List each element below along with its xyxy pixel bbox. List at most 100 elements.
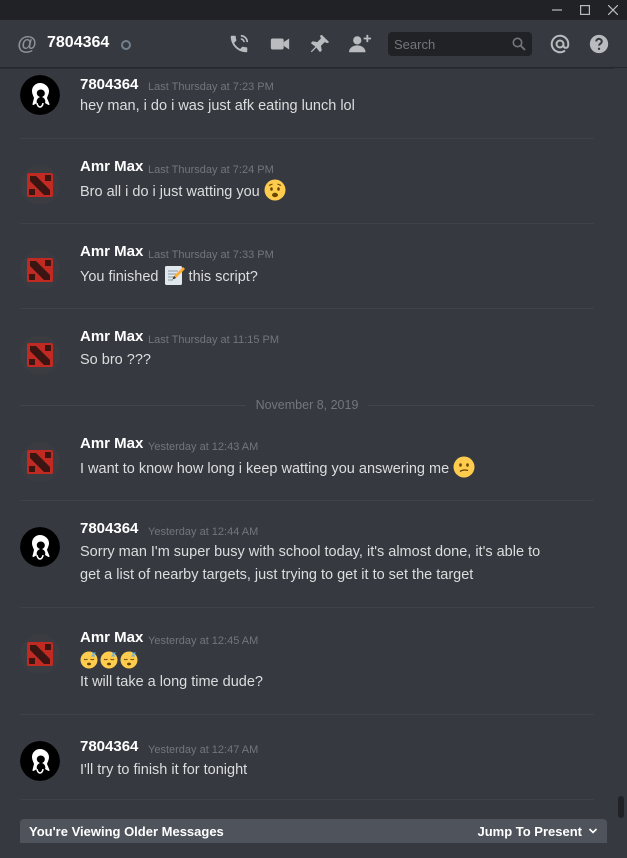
date-separator: November 8, 2019 <box>20 397 594 413</box>
memo-emoji-icon <box>164 266 185 285</box>
message-author[interactable]: Amr Max <box>80 158 143 175</box>
message-content: So bro ??? <box>80 349 151 372</box>
video-camera-icon <box>270 38 290 50</box>
close-button[interactable] <box>599 0 627 20</box>
message-timestamp: Last Thursday at 7:23 PM <box>148 81 274 93</box>
call-button[interactable] <box>227 32 251 56</box>
ghost-avatar-icon <box>20 75 60 115</box>
bottom-strip <box>0 843 627 858</box>
message-content: It will take a long time dude? <box>80 651 263 694</box>
avatar[interactable] <box>20 165 60 205</box>
message-divider <box>20 714 594 715</box>
add-friend-button[interactable] <box>348 32 372 56</box>
maximize-button[interactable] <box>571 0 599 20</box>
window-titlebar <box>0 0 627 20</box>
pin-icon <box>310 34 330 53</box>
ghost-avatar-icon <box>20 741 60 781</box>
mention-icon <box>550 34 570 54</box>
message-divider <box>20 500 594 501</box>
avatar[interactable] <box>20 442 60 482</box>
dota-avatar-icon <box>20 442 60 482</box>
message-divider <box>20 799 594 800</box>
channel-name: 7804364 <box>47 34 110 51</box>
scrollbar-thumb[interactable] <box>618 796 624 818</box>
message-timestamp: Yesterday at 12:45 AM <box>148 635 259 647</box>
pinned-messages-button[interactable] <box>308 32 332 56</box>
minimize-button[interactable] <box>543 0 571 20</box>
jump-to-present-button[interactable]: Jump To Present <box>477 824 598 839</box>
older-messages-label: You're Viewing Older Messages <box>29 823 224 839</box>
message-author[interactable]: Amr Max <box>80 328 143 345</box>
dota-avatar-icon <box>20 335 60 375</box>
message-content: You finished this script? <box>80 264 258 289</box>
search-input[interactable] <box>394 36 504 52</box>
message-timestamp: Yesterday at 12:47 AM <box>148 744 259 756</box>
mentions-button[interactable] <box>548 32 572 56</box>
message-author[interactable]: 7804364 <box>80 738 138 755</box>
at-sign-icon: @ <box>17 33 37 55</box>
message-line: hey man, i do i was just afk eating lunc… <box>80 98 355 114</box>
date-separator-label: November 8, 2019 <box>255 398 359 412</box>
message-line: Sorry man I'm super busy with school tod… <box>80 544 541 560</box>
avatar[interactable] <box>20 527 60 567</box>
message-content: Bro all i do i just watting you <box>80 179 286 204</box>
help-icon <box>589 34 609 54</box>
dota-avatar-icon <box>20 165 60 205</box>
jump-to-present-label: Jump To Present <box>477 823 582 839</box>
message-list[interactable]: 7804364 Last Thursday at 7:23 PM hey man… <box>0 68 614 858</box>
search-icon <box>512 37 526 51</box>
message-timestamp: Yesterday at 12:44 AM <box>148 526 259 538</box>
search-box[interactable] <box>388 32 532 56</box>
chevron-down-icon <box>588 828 598 834</box>
avatar[interactable] <box>20 250 60 290</box>
message-text-after: this script? <box>188 269 258 285</box>
ghost-avatar-icon <box>20 527 60 567</box>
message-line: So bro ??? <box>80 352 151 368</box>
message-timestamp: Last Thursday at 7:24 PM <box>148 164 274 176</box>
message-divider <box>20 308 594 309</box>
sleeping-face-emoji-icon <box>80 651 98 669</box>
emoji-row <box>80 651 263 671</box>
message-line: I'll try to finish it for tonight <box>80 762 248 778</box>
message-author[interactable]: 7804364 <box>80 520 138 537</box>
video-call-button[interactable] <box>268 32 292 56</box>
message-author[interactable]: Amr Max <box>80 435 143 452</box>
offline-status-icon <box>121 40 131 50</box>
message-text-before: You finished <box>80 269 159 285</box>
worried-face-emoji-icon <box>264 179 286 201</box>
message-author[interactable]: Amr Max <box>80 243 143 260</box>
avatar[interactable] <box>20 75 60 115</box>
message-line: I want to know how long i keep watting y… <box>80 461 450 477</box>
phone-call-icon <box>230 34 249 53</box>
sleeping-face-emoji-icon <box>100 651 118 669</box>
avatar[interactable] <box>20 741 60 781</box>
add-user-icon <box>349 34 371 53</box>
avatar[interactable] <box>20 335 60 375</box>
avatar[interactable] <box>20 634 60 674</box>
message-line: Bro all i do i just watting you <box>80 184 260 200</box>
sleeping-face-emoji-icon <box>120 651 138 669</box>
message-divider <box>20 607 594 608</box>
message-scrollbar[interactable] <box>614 68 627 858</box>
dota-avatar-icon <box>20 250 60 290</box>
message-divider <box>20 223 594 224</box>
help-button[interactable] <box>587 32 611 56</box>
confused-face-emoji-icon <box>453 456 475 478</box>
minimize-icon <box>552 9 562 11</box>
message-line: It will take a long time dude? <box>80 674 263 690</box>
message-line: get a list of nearby targets, just tryin… <box>80 567 474 583</box>
message-timestamp: Yesterday at 12:43 AM <box>148 441 259 453</box>
older-messages-bar: You're Viewing Older Messages Jump To Pr… <box>20 819 607 843</box>
message-content: Sorry man I'm super busy with school tod… <box>80 541 540 587</box>
separator-line <box>368 404 594 406</box>
message-timestamp: Last Thursday at 7:33 PM <box>148 249 274 261</box>
separator-line <box>20 404 246 406</box>
message-content: I'll try to finish it for tonight <box>80 759 247 782</box>
message-content: hey man, i do i was just afk eating lunc… <box>80 95 355 118</box>
message-author[interactable]: Amr Max <box>80 629 143 646</box>
message-timestamp: Last Thursday at 11:15 PM <box>148 334 280 346</box>
channel-header: @ 7804364 <box>0 20 627 68</box>
message-divider <box>20 138 594 139</box>
maximize-icon <box>580 5 590 15</box>
message-author[interactable]: 7804364 <box>80 76 138 93</box>
